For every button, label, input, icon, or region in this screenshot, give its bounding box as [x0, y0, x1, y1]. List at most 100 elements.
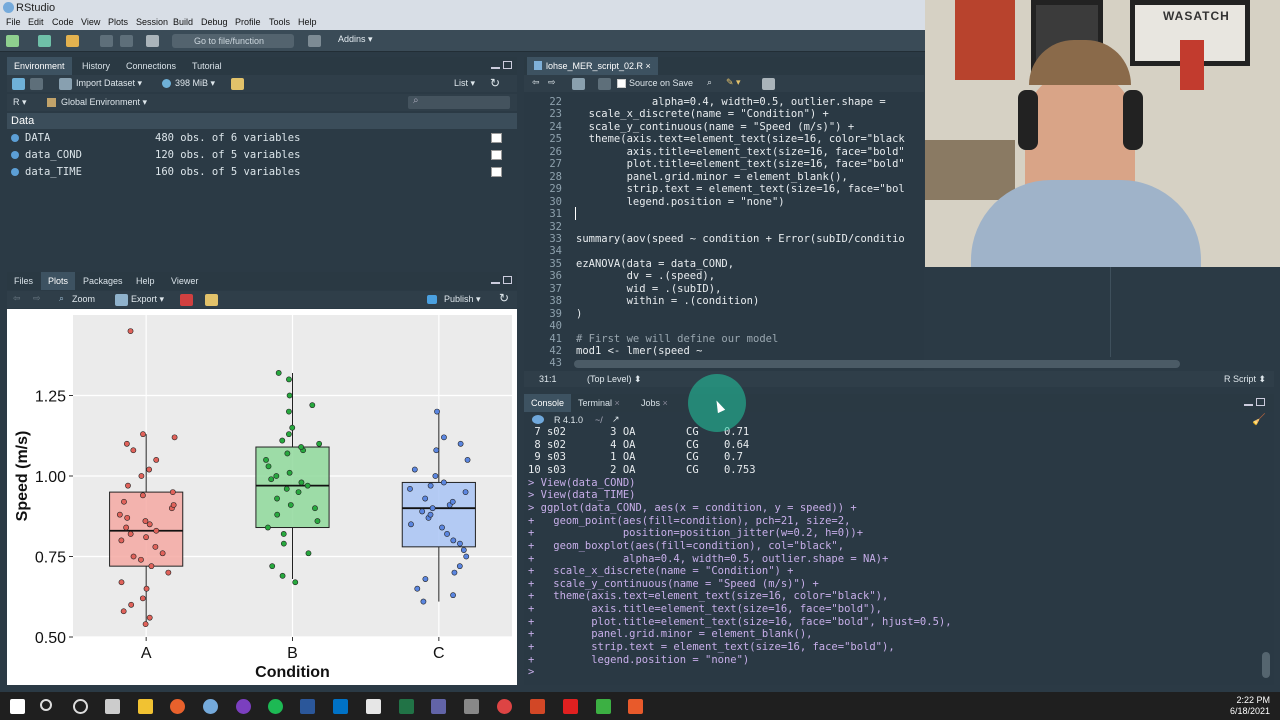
grid-layout-icon[interactable]	[308, 35, 321, 47]
scope-indicator[interactable]: (Top Level) ⬍	[587, 374, 642, 385]
menu-file[interactable]: File	[6, 17, 21, 27]
tab-files[interactable]: Files	[7, 272, 40, 290]
menu-edit[interactable]: Edit	[28, 17, 44, 27]
code-line[interactable]: strip.text = element_text(size=16, face=…	[576, 183, 905, 195]
code-line[interactable]: summary(aov(speed ~ condition + Error(su…	[576, 233, 905, 245]
menu-tools[interactable]: Tools	[269, 17, 290, 27]
spotify-icon[interactable]	[268, 699, 283, 714]
scope-select[interactable]: Global Environment ▾	[61, 97, 147, 108]
plot-forward-icon[interactable]: ⇨	[33, 293, 41, 304]
teams-icon[interactable]	[431, 699, 446, 714]
source-on-save-checkbox[interactable]	[617, 79, 626, 88]
github-icon[interactable]	[236, 699, 251, 714]
code-line[interactable]: plot.title=element_text(size=16, face="b…	[576, 158, 905, 170]
close-tab-icon[interactable]: ×	[612, 398, 620, 408]
clear-plots-icon[interactable]	[205, 294, 218, 306]
env-row-data_time[interactable]: data_TIME 160 obs. of 5 variables	[8, 164, 516, 181]
pane-minmax-icon[interactable]	[491, 61, 513, 71]
editor-forward-icon[interactable]: ⇨	[548, 77, 556, 88]
editor-back-icon[interactable]: ⇦	[532, 77, 540, 88]
environment-search-input[interactable]: ⌕	[408, 95, 510, 109]
tab-jobs[interactable]: Jobs ×	[634, 394, 675, 412]
new-file-icon[interactable]	[6, 35, 19, 47]
code-line[interactable]: scale_x_discrete(name = "Condition") +	[576, 108, 829, 120]
show-in-window-icon[interactable]	[572, 78, 585, 90]
zoom-button[interactable]: Zoom	[72, 294, 95, 304]
excel-icon[interactable]	[399, 699, 414, 714]
export-button[interactable]: Export ▾	[131, 294, 164, 305]
plot-back-icon[interactable]: ⇦	[13, 293, 21, 304]
menu-build[interactable]: Build	[173, 17, 193, 27]
editor-tab-script[interactable]: lohse_MER_script_02.R ×	[527, 57, 658, 75]
code-line[interactable]: axis.title=element_text(size=16, face="b…	[576, 146, 905, 158]
code-line[interactable]: panel.grid.minor = element_blank(),	[576, 171, 848, 183]
console-scrollbar[interactable]	[1262, 652, 1270, 678]
remove-plot-icon[interactable]	[180, 294, 193, 306]
tab-viewer[interactable]: Viewer	[164, 272, 205, 290]
view-mode-select[interactable]: List ▾	[454, 78, 475, 89]
plots-minmax-icon[interactable]	[491, 276, 513, 286]
find-icon[interactable]: ⌕	[707, 77, 712, 88]
print-icon[interactable]	[146, 35, 159, 47]
file-explorer-icon[interactable]	[138, 699, 153, 714]
load-workspace-icon[interactable]	[12, 78, 25, 90]
new-project-icon[interactable]	[38, 35, 51, 47]
code-line[interactable]: theme(axis.text=element_text(size=16, co…	[576, 133, 905, 145]
menu-profile[interactable]: Profile	[235, 17, 261, 27]
powerpoint-icon[interactable]	[530, 699, 545, 714]
import-dataset-button[interactable]: Import Dataset ▾	[76, 78, 142, 89]
code-line[interactable]: mod1 <- lmer(speed ~	[576, 345, 702, 357]
editor-horizontal-scrollbar[interactable]	[574, 360, 1180, 368]
code-line[interactable]: within = .(condition)	[576, 295, 760, 307]
save-all-icon[interactable]	[120, 35, 133, 47]
cortana-icon[interactable]	[73, 699, 88, 714]
save-workspace-icon[interactable]	[30, 78, 43, 90]
start-icon[interactable]	[10, 699, 25, 714]
tab-history[interactable]: History	[75, 57, 117, 75]
refresh-icon[interactable]: ↻	[490, 76, 500, 90]
terminal-icon[interactable]	[464, 699, 479, 714]
expand-icon[interactable]	[11, 134, 19, 142]
compile-report-icon[interactable]	[762, 78, 775, 90]
publish-button[interactable]: Publish ▾	[444, 294, 481, 305]
plot-refresh-icon[interactable]: ↻	[499, 291, 509, 305]
env-row-data[interactable]: DATA 480 obs. of 6 variables	[8, 130, 516, 147]
editor-save-icon[interactable]	[598, 78, 611, 90]
acrobat-icon[interactable]	[563, 699, 578, 714]
code-line[interactable]: )	[576, 308, 582, 320]
tab-plots[interactable]: Plots	[41, 272, 76, 290]
clear-console-icon[interactable]: 🧹	[1252, 413, 1266, 426]
tab-help[interactable]: Help	[129, 272, 162, 290]
tab-connections[interactable]: Connections	[119, 57, 183, 75]
tab-tutorial[interactable]: Tutorial	[185, 57, 229, 75]
file-type-indicator[interactable]: R Script ⬍	[1224, 374, 1266, 385]
tab-console[interactable]: Console	[524, 394, 572, 412]
tab-packages[interactable]: Packages	[76, 272, 130, 290]
code-tools-icon[interactable]: ✎ ▾	[726, 77, 741, 88]
code-line[interactable]: # First we will define our model	[576, 333, 778, 345]
search-taskbar-icon[interactable]	[40, 699, 52, 711]
firefox-icon[interactable]	[170, 699, 185, 714]
memory-usage[interactable]: 398 MiB ▾	[175, 78, 215, 89]
menu-view[interactable]: View	[81, 17, 100, 27]
rstudio-taskbar-icon[interactable]	[203, 699, 218, 714]
env-row-data_cond[interactable]: data_COND 120 obs. of 5 variables	[8, 147, 516, 164]
task-view-icon[interactable]	[105, 699, 120, 714]
expand-icon[interactable]	[11, 151, 19, 159]
menu-session[interactable]: Session	[136, 17, 168, 27]
go-to-file-input[interactable]: Go to file/function	[172, 34, 294, 48]
expand-icon[interactable]	[11, 168, 19, 176]
settings-icon[interactable]	[497, 699, 512, 714]
view-data-icon[interactable]	[491, 133, 502, 143]
recorder-icon[interactable]	[628, 699, 643, 714]
code-line[interactable]: dv = .(speed),	[576, 270, 716, 282]
view-data-icon[interactable]	[491, 150, 502, 160]
language-select[interactable]: R ▾	[13, 97, 27, 108]
code-line[interactable]: scale_y_continuous(name = "Speed (m/s)")…	[576, 121, 855, 133]
view-data-icon[interactable]	[491, 167, 502, 177]
console-minmax-icon[interactable]	[1244, 398, 1266, 408]
word-icon[interactable]	[300, 699, 315, 714]
addins-menu[interactable]: Addins ▾	[338, 34, 373, 45]
camtasia-icon[interactable]	[596, 699, 611, 714]
menu-debug[interactable]: Debug	[201, 17, 228, 27]
